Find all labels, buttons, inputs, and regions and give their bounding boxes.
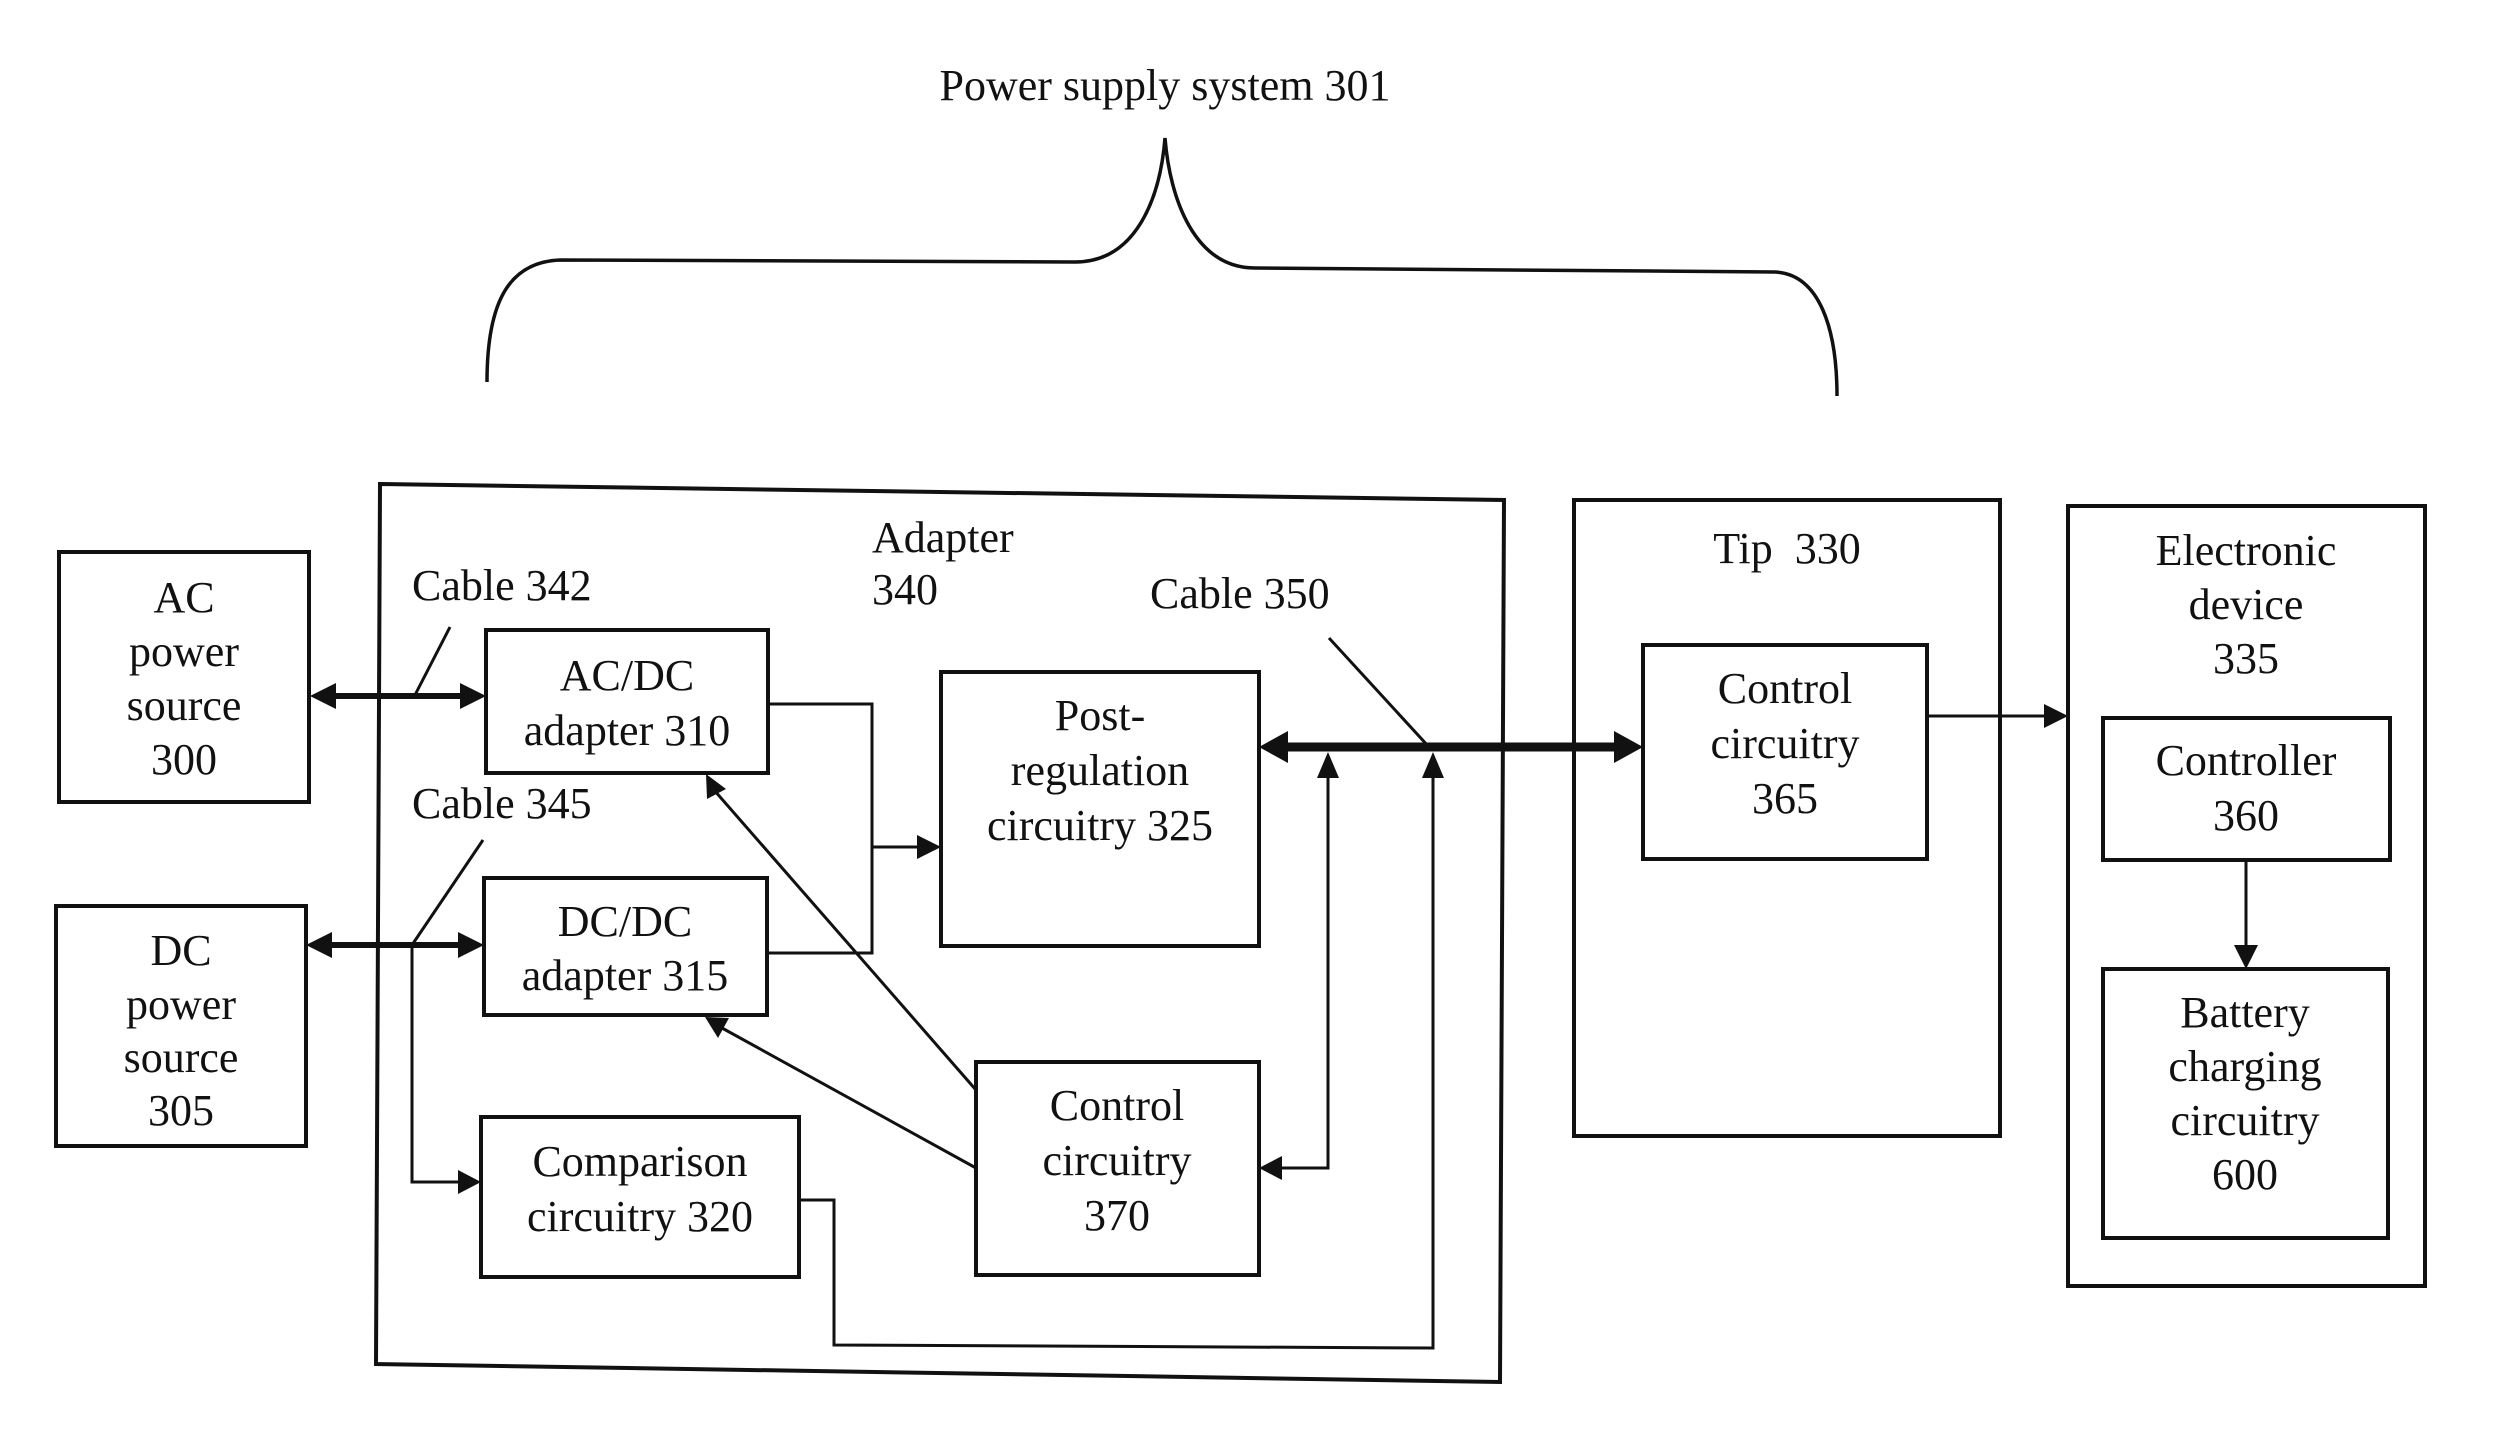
dcdc-adapter-315: DC/DC adapter 315 <box>482 876 769 1017</box>
arrowhead-left-icon <box>306 932 332 958</box>
ac-source-line1: AC <box>153 573 214 622</box>
cable-350-label: Cable 350 <box>1150 569 1330 618</box>
dc-source-line2: power <box>126 980 236 1029</box>
arrowhead-down-icon <box>2234 945 2258 969</box>
postreg-line1: Post- <box>1055 691 1145 740</box>
ac-source-line2: power <box>129 627 239 676</box>
battery-line3: circuitry <box>2170 1096 2319 1145</box>
system-brace <box>485 137 1839 397</box>
tip-label: Tip 330 <box>1713 524 1861 573</box>
arrowhead-left-icon <box>1259 731 1288 763</box>
control365-line1: Control <box>1718 664 1852 713</box>
ac-source-line4: 300 <box>151 735 217 784</box>
acdc-adapter-310: AC/DC adapter 310 <box>484 628 770 775</box>
arrowhead-up-icon <box>706 774 726 799</box>
acdc-line2: adapter 310 <box>524 706 730 755</box>
bus-to-control370-arrow <box>1259 752 1339 1180</box>
comparison-line1: Comparison <box>532 1137 747 1186</box>
ac-power-source-300: AC power source 300 <box>57 550 311 804</box>
diagram-title: Power supply system 301 <box>940 61 1391 110</box>
arrowhead-up-icon <box>1317 752 1339 778</box>
cable-345-leader <box>410 839 485 946</box>
dcdc-line1: DC/DC <box>558 897 692 946</box>
dc-source-line4: 305 <box>148 1086 214 1135</box>
arrowhead-left-icon <box>1259 1156 1282 1180</box>
adapter-label-line2: 340 <box>872 565 938 614</box>
ac-source-line3: source <box>127 681 242 730</box>
cable-342-leader <box>413 626 452 696</box>
battery-charging-circuitry-600: Battery charging circuitry 600 <box>2101 967 2390 1240</box>
cable-350-leader <box>1327 636 1431 749</box>
arrowhead-right-icon <box>460 683 486 709</box>
power-supply-diagram: Power supply system 301 Adapter 340 Tip … <box>54 61 2427 1385</box>
postreg-line3: circuitry 325 <box>987 801 1213 850</box>
control-circuitry-365: Control circuitry 365 <box>1641 643 1929 861</box>
control-circuitry-370: Control circuitry 370 <box>974 1060 1261 1277</box>
postreg-line2: regulation <box>1011 746 1189 795</box>
controller-line1: Controller <box>2156 736 2337 785</box>
device-label-line3: 335 <box>2213 634 2279 683</box>
dc-source-line1: DC <box>150 926 211 975</box>
cable-342-label: Cable 342 <box>412 561 592 610</box>
device-label-line2: device <box>2189 580 2304 629</box>
arrowhead-right-icon <box>2044 704 2068 728</box>
comparison-line2: circuitry 320 <box>527 1192 753 1241</box>
arrowhead-left-icon <box>310 683 336 709</box>
adapter-label-line1: Adapter <box>872 513 1014 562</box>
control370-line1: Control <box>1050 1081 1184 1130</box>
cable-350-bus <box>1259 731 1643 763</box>
control365-line2: circuitry <box>1710 719 1859 768</box>
cable-345-bidirectional-arrow <box>306 932 484 958</box>
control370-line3: 370 <box>1084 1191 1150 1240</box>
control370-line2: circuitry <box>1042 1136 1191 1185</box>
arrowhead-right-icon <box>458 932 484 958</box>
arrowhead-right-icon <box>458 1170 481 1194</box>
battery-line2: charging <box>2168 1042 2321 1091</box>
arrowhead-right-icon <box>1614 731 1643 763</box>
device-label-line1: Electronic <box>2156 526 2337 575</box>
cable-345-to-comparison-arrow <box>410 945 481 1194</box>
control365-line3: 365 <box>1752 774 1818 823</box>
battery-line1: Battery <box>2180 988 2310 1037</box>
adapters-to-postreg-arrow <box>767 702 941 955</box>
arrowhead-right-icon <box>917 835 941 859</box>
cable-342-bidirectional-arrow <box>310 683 486 709</box>
dc-power-source-305: DC power source 305 <box>54 904 308 1148</box>
cable-345-label: Cable 345 <box>412 779 592 828</box>
controller-to-battery-arrow <box>2234 860 2258 969</box>
battery-line4: 600 <box>2212 1150 2278 1199</box>
post-regulation-circuitry-325: Post- regulation circuitry 325 <box>939 670 1261 948</box>
arrowhead-up-icon <box>705 1017 729 1038</box>
comparison-circuitry-320: Comparison circuitry 320 <box>479 1115 801 1279</box>
controller-line2: 360 <box>2213 791 2279 840</box>
control365-to-device-arrow <box>1927 704 2068 728</box>
controller-360: Controller 360 <box>2101 716 2392 862</box>
dcdc-line2: adapter 315 <box>522 951 728 1000</box>
arrowhead-up-icon <box>1422 752 1444 778</box>
acdc-line1: AC/DC <box>560 651 694 700</box>
dc-source-line3: source <box>124 1033 239 1082</box>
